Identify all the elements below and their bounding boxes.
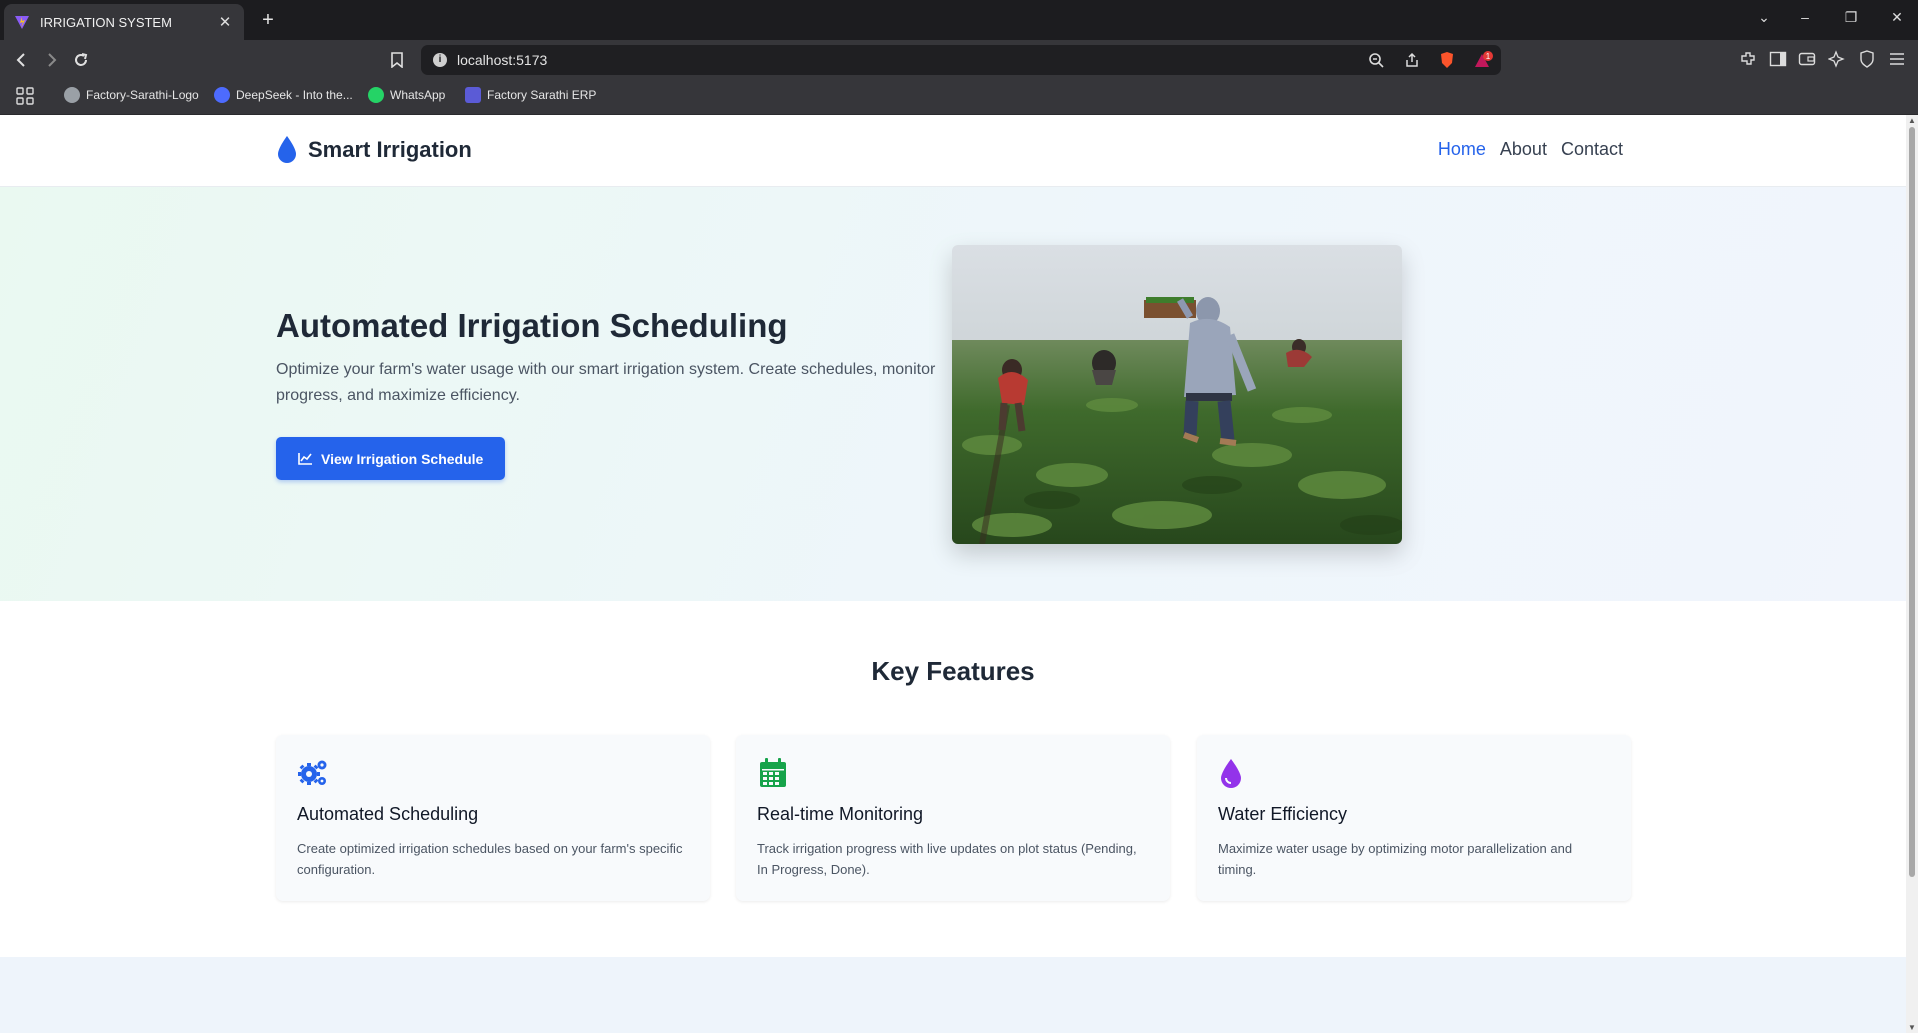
wallet-icon[interactable] (1797, 49, 1817, 69)
nav-links: Home About Contact (1438, 139, 1623, 160)
feature-description: Track irrigation progress with live upda… (757, 841, 1137, 877)
bookmark-factory-sarathi-erp[interactable]: Factory Sarathi ERP (465, 87, 596, 103)
new-tab-button[interactable]: + (256, 8, 280, 32)
sidebar-icon[interactable] (1768, 49, 1788, 69)
feature-card-automated-scheduling: Automated Scheduling Create optimized ir… (276, 735, 710, 901)
minimize-button[interactable]: – (1794, 9, 1816, 25)
restore-button[interactable]: ❐ (1840, 9, 1862, 26)
bookmark-button[interactable] (386, 49, 408, 71)
close-window-button[interactable]: ✕ (1886, 9, 1908, 26)
bookmark-whatsapp[interactable]: WhatsApp (368, 87, 445, 103)
back-arrow-icon (16, 53, 25, 67)
whatsapp-icon (368, 87, 384, 103)
feature-card-real-time-monitoring: Real-time Monitoring Track irrigation pr… (736, 735, 1170, 901)
share-icon[interactable] (1403, 51, 1421, 69)
vite-favicon-icon (15, 16, 29, 29)
water-drop-icon (278, 136, 296, 163)
nav-link-home[interactable]: Home (1438, 139, 1486, 160)
tab-search-chevron-icon[interactable]: ⌄ (1753, 9, 1775, 26)
bookmark-icon (391, 52, 403, 68)
hero-title: Automated Irrigation Scheduling (276, 307, 788, 344)
brand-logo[interactable]: Smart Irrigation (276, 135, 472, 165)
brave-rewards-icon[interactable]: 1 (1471, 51, 1495, 69)
scrollbar-thumb[interactable] (1909, 127, 1915, 877)
bookmark-factory-sarathi-logo[interactable]: Factory-Sarathi-Logo (64, 87, 199, 103)
reload-button[interactable] (70, 49, 92, 71)
svg-text:1: 1 (1486, 52, 1491, 61)
globe-icon (64, 87, 80, 103)
next-section (0, 957, 1906, 1033)
calendar-icon (760, 758, 786, 787)
scroll-up-icon[interactable]: ▲ (1908, 116, 1916, 125)
tab-close-icon[interactable]: ✕ (216, 13, 234, 31)
bookmark-deepseek[interactable]: DeepSeek - Into the... (214, 87, 353, 103)
zoom-icon[interactable] (1367, 51, 1385, 69)
url-text: localhost:5173 (457, 52, 548, 68)
deepseek-icon (214, 87, 230, 103)
hero-subtitle: Optimize your farm's water usage with ou… (276, 361, 936, 404)
brand-name: Smart Irrigation (308, 137, 472, 162)
water-drop-icon (1221, 759, 1241, 788)
brave-shields-icon[interactable] (1438, 51, 1456, 69)
scroll-down-icon[interactable]: ▼ (1908, 1023, 1916, 1032)
feature-title: Real-time Monitoring (757, 804, 924, 824)
features-section: Key Features Automated Scheduling Create… (0, 601, 1906, 957)
hero-section: Automated Irrigation Scheduling Optimize… (0, 187, 1906, 601)
factory-sarathi-icon (465, 87, 481, 103)
forward-arrow-icon (48, 53, 57, 67)
feature-description: Maximize water usage by optimizing motor… (1218, 841, 1573, 877)
forward-button[interactable] (40, 49, 62, 71)
feature-card-water-efficiency: Water Efficiency Maximize water usage by… (1197, 735, 1631, 901)
menu-icon[interactable] (1887, 49, 1907, 69)
features-title: Key Features (871, 656, 1035, 686)
address-bar[interactable]: i localhost:5173 1 (421, 45, 1501, 75)
feature-description: Create optimized irrigation schedules ba… (297, 841, 683, 877)
back-button[interactable] (11, 49, 33, 71)
vpn-icon[interactable] (1857, 49, 1877, 69)
page-viewport: Smart Irrigation Home About Contact Auto… (0, 115, 1906, 1033)
site-info-icon[interactable]: i (433, 53, 447, 67)
extensions-icon[interactable] (1738, 49, 1758, 69)
chart-line-icon (298, 453, 312, 465)
gears-icon (298, 760, 327, 785)
feature-title: Automated Scheduling (297, 804, 479, 824)
leo-ai-icon[interactable] (1827, 49, 1847, 69)
page-scrollbar[interactable]: ▲ ▼ (1906, 115, 1918, 1033)
tab-title: IRRIGATION SYSTEM (40, 14, 172, 30)
browser-tab-bar: IRRIGATION SYSTEM ✕ + ⌄ – ❐ ✕ (0, 0, 1918, 40)
bookmarks-bar: Factory-Sarathi-Logo DeepSeek - Into the… (0, 78, 1918, 115)
farm-workers-field-photo (952, 245, 1402, 544)
view-irrigation-schedule-button[interactable]: View Irrigation Schedule (276, 437, 506, 480)
site-navbar: Smart Irrigation Home About Contact (0, 115, 1906, 187)
browser-tab[interactable]: IRRIGATION SYSTEM ✕ (4, 4, 244, 40)
button-label: View Irrigation Schedule (321, 450, 484, 467)
nav-link-about[interactable]: About (1500, 139, 1547, 160)
feature-title: Water Efficiency (1218, 804, 1348, 824)
apps-grid-icon[interactable] (16, 87, 34, 105)
nav-link-contact[interactable]: Contact (1561, 139, 1623, 160)
reload-icon (75, 53, 88, 66)
